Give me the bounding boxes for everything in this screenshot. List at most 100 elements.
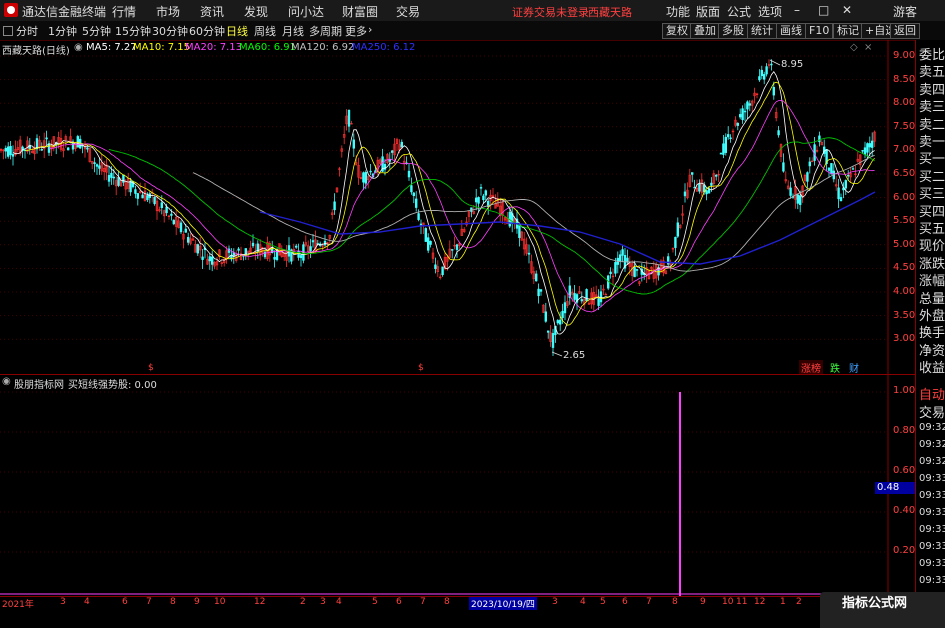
x-tick-label: 4	[580, 597, 586, 607]
candle-body	[129, 180, 132, 193]
candle-body	[770, 63, 773, 66]
candle-body	[474, 197, 478, 203]
candle-body	[369, 170, 372, 173]
x-tick-label: 3	[552, 597, 558, 607]
candle-body	[743, 110, 747, 113]
trade-label[interactable]: 交易	[919, 402, 945, 421]
candle-body	[798, 195, 802, 205]
chart-close-icon[interactable]: ×	[864, 42, 872, 53]
quote-field-label: 现价	[919, 239, 945, 255]
candle-body	[172, 219, 175, 225]
candle-body	[165, 206, 168, 214]
candle-body	[722, 143, 725, 155]
candle-body	[851, 168, 855, 170]
candle-body	[710, 182, 713, 186]
sub-y-tick-label: 0.60	[893, 465, 916, 476]
rank-badge[interactable]: 涨榜	[799, 360, 823, 375]
candle-body	[388, 159, 391, 162]
y-tick-label: 3.00	[893, 333, 916, 345]
candle-body	[122, 174, 125, 183]
candle-body	[414, 198, 418, 208]
candle-body	[299, 255, 303, 259]
auto-trade-toggle[interactable]: 自动	[919, 384, 945, 403]
quote-field-label: 买四	[919, 204, 945, 220]
candle-body	[676, 222, 680, 237]
quote-field-label: 换手	[919, 326, 945, 342]
candle-body	[796, 194, 800, 204]
candle-body	[251, 242, 255, 247]
candle-body	[479, 187, 483, 189]
candle-body	[141, 194, 144, 199]
candle-body	[777, 130, 780, 136]
candle-body	[719, 152, 723, 155]
x-tick-label: 4	[336, 597, 342, 607]
candle-body	[635, 269, 639, 271]
candle-body	[599, 291, 603, 303]
indicator-settings-icon[interactable]: ◉	[2, 376, 11, 387]
fall-badge[interactable]: 跌	[830, 360, 840, 375]
tick-time: 09:33	[919, 473, 945, 484]
x-tick-label: 4	[84, 597, 90, 607]
candle-body	[6, 146, 10, 157]
candle-body	[450, 249, 454, 251]
candle-body	[714, 174, 718, 177]
time-axis	[0, 596, 915, 610]
candle-body	[546, 330, 550, 333]
y-tick-label: 5.00	[893, 238, 916, 250]
candle-body	[537, 288, 540, 297]
candle-body	[429, 240, 432, 245]
candle-body	[808, 161, 812, 167]
x-tick-label: 8	[672, 597, 678, 607]
candle-body	[95, 164, 99, 167]
candle-body	[333, 201, 336, 211]
ma60-label: MA60: 6.91	[239, 42, 297, 53]
ma-settings-icon[interactable]: ◉	[74, 42, 83, 53]
candle-body	[179, 222, 183, 233]
diamond-icon[interactable]: ◇	[850, 42, 858, 53]
pane-separator	[0, 374, 915, 375]
x-tick-label: 2021年	[2, 600, 34, 610]
candle-body	[208, 256, 211, 262]
event-marker: $	[418, 363, 424, 373]
candle-body	[184, 228, 187, 233]
candle-body	[477, 197, 480, 204]
y-tick-label: 8.50	[893, 73, 916, 85]
candle-body	[544, 311, 548, 322]
candle-body	[136, 193, 139, 199]
candle-body	[110, 172, 113, 178]
candle-body	[93, 162, 96, 164]
candle-body	[518, 223, 521, 238]
tick-time: 09:32	[919, 456, 945, 467]
finance-badge[interactable]: 财	[849, 360, 859, 375]
candle-body	[170, 213, 173, 216]
candle-body	[738, 114, 742, 118]
tick-time: 09:33	[919, 575, 945, 586]
watermark-title: 指标公式网	[842, 596, 908, 611]
candle-body	[690, 172, 694, 175]
kline-chart[interactable]: $ $	[0, 0, 945, 609]
y-tick-label: 7.50	[893, 120, 916, 132]
candle-body	[789, 187, 792, 196]
quote-field-label: 卖二	[919, 117, 945, 133]
candle-body	[40, 149, 44, 151]
quote-field-label: 涨幅	[919, 274, 945, 290]
x-tick-label: 3	[60, 597, 66, 607]
x-tick-label: 2	[796, 597, 802, 607]
ma20-label: MA20: 7.13	[185, 42, 243, 53]
candle-body	[868, 143, 872, 148]
candle-body	[187, 236, 190, 243]
candle-body	[441, 266, 444, 276]
quote-field-label: 买五	[919, 222, 945, 237]
candle-body	[484, 190, 487, 196]
candle-body	[407, 170, 411, 178]
ma5-label: MA5: 7.27	[86, 42, 137, 53]
candle-body	[698, 183, 701, 192]
candle-body	[482, 195, 485, 201]
candle-body	[551, 333, 555, 348]
candle-body	[98, 165, 101, 169]
y-tick-label: 4.50	[893, 262, 916, 274]
indicator-value-label: 买短线强势股: 0.00	[68, 380, 157, 391]
low-price-label: 2.65	[563, 350, 586, 361]
candle-body	[726, 134, 730, 138]
x-tick-label: 9	[194, 597, 200, 607]
